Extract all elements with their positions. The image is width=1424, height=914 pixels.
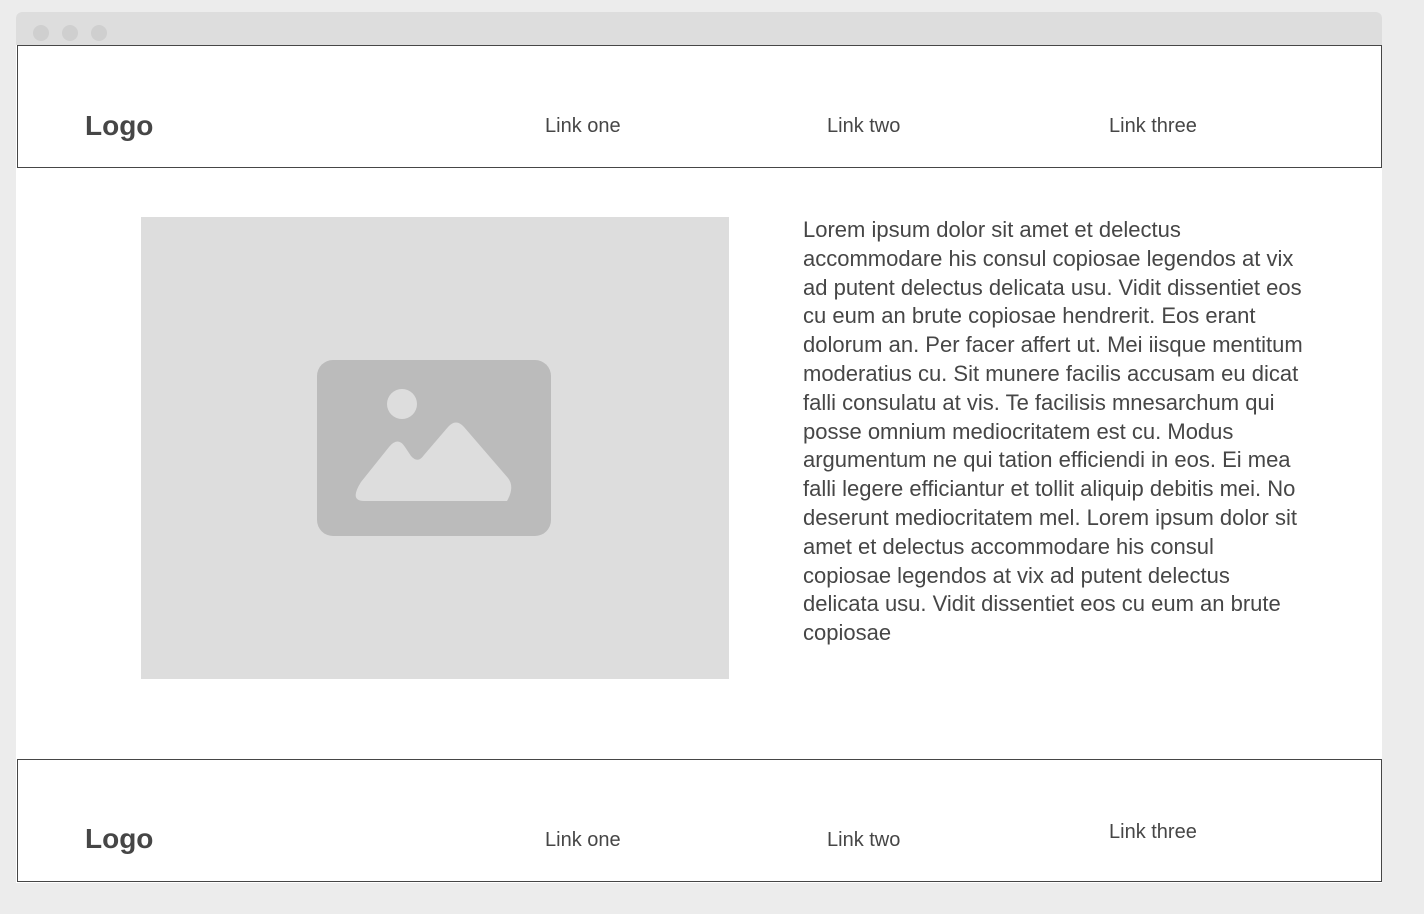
- body-text: Lorem ipsum dolor sit amet et delectus a…: [803, 217, 1303, 646]
- image-placeholder: [141, 217, 729, 679]
- window-close-dot[interactable]: [33, 25, 49, 41]
- site-header: Logo Link one Link two Link three: [17, 45, 1382, 168]
- header-link-three[interactable]: Link three: [1109, 116, 1197, 136]
- window-titlebar: [16, 12, 1382, 45]
- header-logo[interactable]: Logo: [85, 112, 153, 140]
- window-minimize-dot[interactable]: [62, 25, 78, 41]
- header-link-one[interactable]: Link one: [545, 116, 621, 136]
- site-footer: Logo Link one Link two Link three: [17, 759, 1382, 882]
- window-maximize-dot[interactable]: [91, 25, 107, 41]
- header-link-two[interactable]: Link two: [827, 116, 900, 136]
- footer-link-two[interactable]: Link two: [827, 830, 900, 850]
- footer-logo[interactable]: Logo: [85, 825, 153, 853]
- browser-window: Logo Link one Link two Link three Lorem …: [16, 12, 1382, 883]
- image-placeholder-icon: [317, 360, 551, 536]
- footer-link-three[interactable]: Link three: [1109, 822, 1197, 842]
- footer-link-one[interactable]: Link one: [545, 830, 621, 850]
